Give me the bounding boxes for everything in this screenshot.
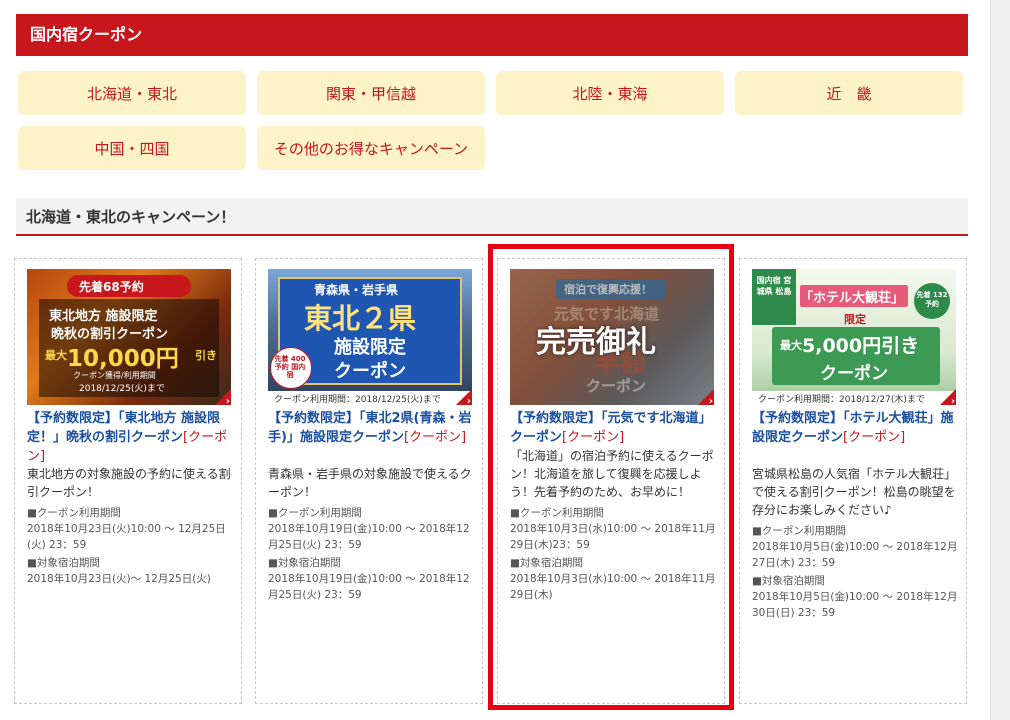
section-title: 北海道・東北のキャンペーン！ (16, 198, 968, 236)
coupon-tag: [クーポン] (843, 430, 906, 445)
page-header: 国内宿クーポン (16, 14, 968, 56)
campaign-description: 宮城県松島の人気宿「ホテル大観荘」で使える割引クーポン！松島の眺望を存分にお楽し… (752, 467, 957, 517)
campaign-card-tohoku[interactable]: 先着68予約 東北地方 施設限定 晩秋の割引クーポン 最大 10,000円 引き… (14, 258, 242, 704)
stay-period-label: ■対象宿泊期間 (752, 575, 825, 587)
banner-period: クーポン利用期間：2018/12/27(木)まで (758, 395, 925, 405)
use-period-label: ■クーポン利用期間 (27, 507, 121, 519)
campaign-banner[interactable]: 青森県・岩手県 東北２県 施設限定 クーポン 先着 400予約 国内宿 クーポン… (268, 269, 472, 405)
stay-period-value: 2018年10月19日(金)10:00 ～ 2018年12月25日(火) 23：… (268, 573, 470, 601)
chevron-right-icon: › (466, 396, 471, 405)
coupon-tag: [クーポン] (403, 430, 467, 445)
banner-amount: 10,000円 (67, 346, 179, 372)
banner-amount: 5,000円引き (802, 335, 920, 357)
campaign-card-hotel-taikanso[interactable]: 国内宿 宮城県 松島 「ホテル大観荘」 限定 先着 132予約 最大 5,000… (739, 258, 967, 704)
region-button-chugoku-shikoku[interactable]: 中国・四国 (18, 126, 246, 170)
use-period-label: ■クーポン利用期間 (752, 525, 846, 537)
chevron-right-icon: › (225, 396, 230, 405)
banner-coupon: クーポン (820, 364, 888, 384)
use-period-value: 2018年10月5日(金)10:00 ～ 2018年12月27日(木) 23：5… (752, 541, 958, 569)
banner-line1: 青森県・岩手県 (314, 283, 399, 297)
region-button-kanto-koshinetsu[interactable]: 関東・甲信越 (257, 71, 485, 115)
use-period-label: ■クーポン利用期間 (268, 507, 362, 519)
stay-period-value: 2018年10月23日(火)～ 12月25日(火) (27, 573, 211, 585)
campaign-banner[interactable]: 国内宿 宮城県 松島 「ホテル大観荘」 限定 先着 132予約 最大 5,000… (752, 269, 956, 405)
highlight-box (488, 244, 734, 710)
use-period-value: 2018年10月23日(火)10:00 ～ 12月25日(火) 23：59 (27, 523, 226, 551)
banner-badge: 先着 400予約 国内宿 (274, 355, 306, 379)
banner-badge: 先着 132予約 (916, 291, 948, 308)
banner-line1: 東北地方 施設限定 (49, 309, 158, 324)
banner-amount-prefix: 最大 (780, 339, 802, 352)
campaign-banner[interactable]: 先着68予約 東北地方 施設限定 晩秋の割引クーポン 最大 10,000円 引き… (27, 269, 231, 405)
campaign-description: 青森県・岩手県の対象施設で使えるクーポン！ (268, 467, 472, 499)
banner-hotel: 「ホテル大観荘」 (800, 291, 905, 306)
banner-badge: 先着68予約 (79, 280, 144, 294)
banner-line3: 施設限定 (334, 337, 406, 358)
banner-amount-suffix: 引き (195, 349, 217, 362)
region-button-hokuriku-tokai[interactable]: 北陸・東海 (496, 71, 724, 115)
banner-area: 国内宿 宮城県 松島 (756, 276, 792, 296)
vertical-scrollbar[interactable] (990, 0, 1010, 720)
campaign-title-link[interactable]: 【予約数限定】「ホテル大観荘」施設限定クーポン[クーポン] (752, 409, 958, 447)
campaign-card-tohoku-2pref[interactable]: 青森県・岩手県 東北２県 施設限定 クーポン 先着 400予約 国内宿 クーポン… (255, 258, 483, 704)
banner-limited: 限定 (844, 313, 866, 326)
use-period-value: 2018年10月19日(金)10:00 ～ 2018年12月25日(火) 23：… (268, 523, 470, 551)
banner-period: クーポン獲得/利用期間 (73, 371, 156, 380)
banner-period: クーポン利用期間：2018/12/25(火)まで (274, 395, 441, 405)
banner-date: 2018/12/25(火)まで (79, 384, 165, 394)
chevron-right-icon: › (950, 396, 955, 405)
region-button-other-campaigns[interactable]: その他のお得なキャンペーン (257, 126, 485, 170)
campaign-title-link[interactable]: 【予約数限定】「東北地方 施設限定！」晩秋の割引クーポン[クーポン] (27, 409, 233, 466)
campaign-description: 東北地方の対象施設の予約に使える割引クーポン！ (27, 467, 231, 499)
banner-amount-prefix: 最大 (45, 349, 67, 362)
region-button-kinki[interactable]: 近 畿 (735, 71, 963, 115)
stay-period-value: 2018年10月5日(金)10:00 ～ 2018年12月30日(日) 23：5… (752, 591, 958, 619)
banner-line2: 東北２県 (304, 302, 417, 335)
banner-line4: クーポン (334, 361, 406, 382)
stay-period-label: ■対象宿泊期間 (27, 557, 100, 569)
stay-period-label: ■対象宿泊期間 (268, 557, 341, 569)
campaign-title-link[interactable]: 【予約数限定】「東北2県(青森・岩手)」施設限定クーポン[クーポン] (268, 409, 474, 447)
region-button-hokkaido-tohoku[interactable]: 北海道・東北 (18, 71, 246, 115)
